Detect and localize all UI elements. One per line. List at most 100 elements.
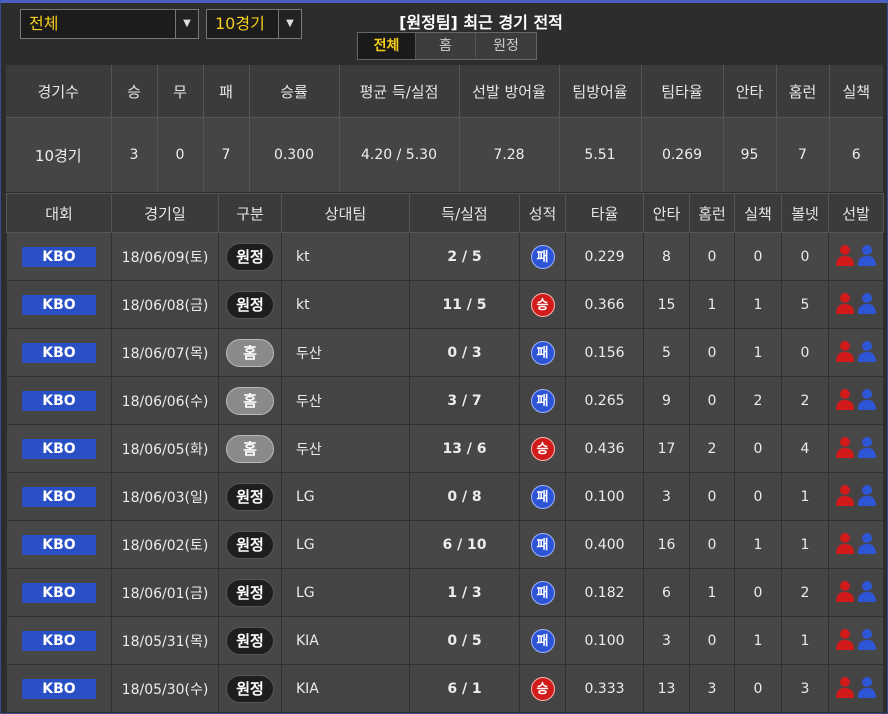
batting-average-cell: 0.436 bbox=[565, 424, 644, 473]
blue-person-icon[interactable] bbox=[857, 244, 877, 266]
blue-person-icon[interactable] bbox=[857, 580, 877, 602]
red-person-icon[interactable] bbox=[835, 484, 855, 506]
blue-person-icon[interactable] bbox=[857, 292, 877, 314]
date-cell: 18/05/30(수) bbox=[111, 664, 219, 713]
pitcher-icons bbox=[835, 532, 877, 554]
opponent-cell: LG bbox=[281, 472, 410, 521]
red-person-icon[interactable] bbox=[835, 580, 855, 602]
result-cell: 패 bbox=[519, 472, 566, 521]
red-person-icon[interactable] bbox=[835, 292, 855, 314]
blue-person-icon[interactable] bbox=[857, 484, 877, 506]
result-cell: 패 bbox=[519, 328, 566, 377]
table-row[interactable]: KBO 18/06/06(수) 홈 두산 3 / 7 패 0.265 9 0 2 2 bbox=[6, 376, 884, 425]
league-badge[interactable]: KBO bbox=[22, 342, 96, 363]
red-person-icon[interactable] bbox=[835, 244, 855, 266]
blue-person-icon[interactable] bbox=[857, 628, 877, 650]
batting-average-cell: 0.100 bbox=[565, 616, 644, 665]
tab-home[interactable]: 홈 bbox=[416, 33, 476, 59]
blue-person-icon[interactable] bbox=[857, 436, 877, 458]
homeruns-cell: 0 bbox=[689, 376, 735, 425]
venue-badge: 원정 bbox=[226, 578, 274, 607]
table-row[interactable]: KBO 18/06/03(일) 원정 LG 0 / 8 패 0.100 3 0 0 1 bbox=[6, 472, 884, 521]
table-row[interactable]: KBO 18/06/01(금) 원정 LG 1 / 3 패 0.182 6 1 0 2 bbox=[6, 568, 884, 617]
games-body: KBO 18/06/09(토) 원정 kt 2 / 5 패 0.229 8 0 0 0 KBO 18/0… bbox=[6, 232, 884, 713]
table-row[interactable]: KBO 18/06/02(토) 원정 LG 6 / 10 패 0.400 16 0 1 1 bbox=[6, 520, 884, 569]
table-row[interactable]: KBO 18/06/05(화) 홈 두산 13 / 6 승 0.436 17 2 0 4 bbox=[6, 424, 884, 473]
blue-person-icon[interactable] bbox=[857, 340, 877, 362]
games-header: 구분 bbox=[218, 193, 282, 233]
venue-badge: 원정 bbox=[226, 290, 274, 319]
score-cell: 0 / 8 bbox=[409, 472, 520, 521]
homeruns-cell: 1 bbox=[689, 280, 735, 329]
red-person-icon[interactable] bbox=[835, 532, 855, 554]
games-header: 안타 bbox=[643, 193, 690, 233]
result-cell: 승 bbox=[519, 424, 566, 473]
starting-pitchers-cell bbox=[828, 664, 884, 713]
tab-away[interactable]: 원정 bbox=[476, 33, 536, 59]
league-badge[interactable]: KBO bbox=[22, 246, 96, 267]
summary-value: 3 bbox=[111, 117, 158, 192]
starting-pitchers-cell bbox=[828, 520, 884, 569]
pitcher-icons bbox=[835, 484, 877, 506]
table-row[interactable]: KBO 18/06/09(토) 원정 kt 2 / 5 패 0.229 8 0 0 0 bbox=[6, 232, 884, 281]
league-badge[interactable]: KBO bbox=[22, 678, 96, 699]
tab-all[interactable]: 전체 bbox=[358, 33, 416, 59]
summary-header: 평균 득/실점 bbox=[339, 65, 460, 118]
summary-header-row: 경기수 승 무 패 승률 평균 득/실점 선발 방어율 팀방어율 팀타율 안타 … bbox=[6, 65, 883, 118]
score-cell: 13 / 6 bbox=[409, 424, 520, 473]
table-row[interactable]: KBO 18/05/31(목) 원정 KIA 0 / 5 패 0.100 3 0 1 1 bbox=[6, 616, 884, 665]
red-person-icon[interactable] bbox=[835, 676, 855, 698]
batting-average-cell: 0.229 bbox=[565, 232, 644, 281]
red-person-icon[interactable] bbox=[835, 436, 855, 458]
result-badge: 승 bbox=[530, 292, 555, 317]
date-cell: 18/06/03(일) bbox=[111, 472, 219, 521]
summary-header: 홈런 bbox=[776, 65, 830, 118]
filter-select[interactable]: 전체 ▼ bbox=[20, 9, 199, 39]
summary-value: 4.20 / 5.30 bbox=[339, 117, 460, 192]
errors-cell: 1 bbox=[734, 280, 782, 329]
games-count-select[interactable]: 10경기 ▼ bbox=[206, 9, 302, 39]
result-badge: 패 bbox=[530, 580, 555, 605]
walks-cell: 2 bbox=[781, 568, 829, 617]
chevron-down-icon[interactable]: ▼ bbox=[175, 10, 198, 38]
league-cell: KBO bbox=[6, 664, 112, 713]
table-row[interactable]: KBO 18/06/07(목) 홈 두산 0 / 3 패 0.156 5 0 1 0 bbox=[6, 328, 884, 377]
league-badge[interactable]: KBO bbox=[22, 630, 96, 651]
summary-value: 7 bbox=[203, 117, 250, 192]
games-header: 타율 bbox=[565, 193, 644, 233]
table-row[interactable]: KBO 18/06/08(금) 원정 kt 11 / 5 승 0.366 15 1 1 5 bbox=[6, 280, 884, 329]
league-badge[interactable]: KBO bbox=[22, 438, 96, 459]
league-cell: KBO bbox=[6, 568, 112, 617]
games-header: 득/실점 bbox=[409, 193, 520, 233]
league-cell: KBO bbox=[6, 616, 112, 665]
walks-cell: 1 bbox=[781, 616, 829, 665]
league-cell: KBO bbox=[6, 424, 112, 473]
league-badge[interactable]: KBO bbox=[22, 390, 96, 411]
date-cell: 18/06/09(토) bbox=[111, 232, 219, 281]
red-person-icon[interactable] bbox=[835, 340, 855, 362]
chevron-down-icon[interactable]: ▼ bbox=[278, 10, 301, 38]
league-badge[interactable]: KBO bbox=[22, 486, 96, 507]
date-cell: 18/06/01(금) bbox=[111, 568, 219, 617]
red-person-icon[interactable] bbox=[835, 388, 855, 410]
blue-person-icon[interactable] bbox=[857, 532, 877, 554]
batting-average-cell: 0.333 bbox=[565, 664, 644, 713]
hits-cell: 3 bbox=[643, 472, 690, 521]
red-person-icon[interactable] bbox=[835, 628, 855, 650]
league-badge[interactable]: KBO bbox=[22, 534, 96, 555]
walks-cell: 1 bbox=[781, 472, 829, 521]
summary-header: 안타 bbox=[723, 65, 777, 118]
table-row[interactable]: KBO 18/05/30(수) 원정 KIA 6 / 1 승 0.333 13 3 0 3 bbox=[6, 664, 884, 713]
opponent-cell: kt bbox=[281, 232, 410, 281]
score-cell: 2 / 5 bbox=[409, 232, 520, 281]
date-cell: 18/06/05(화) bbox=[111, 424, 219, 473]
summary-header: 선발 방어율 bbox=[459, 65, 560, 118]
league-badge[interactable]: KBO bbox=[22, 294, 96, 315]
league-badge[interactable]: KBO bbox=[22, 582, 96, 603]
venue-cell: 홈 bbox=[218, 424, 282, 473]
pitcher-icons bbox=[835, 244, 877, 266]
blue-person-icon[interactable] bbox=[857, 676, 877, 698]
venue-badge: 원정 bbox=[226, 626, 274, 655]
blue-person-icon[interactable] bbox=[857, 388, 877, 410]
games-header: 홈런 bbox=[689, 193, 735, 233]
